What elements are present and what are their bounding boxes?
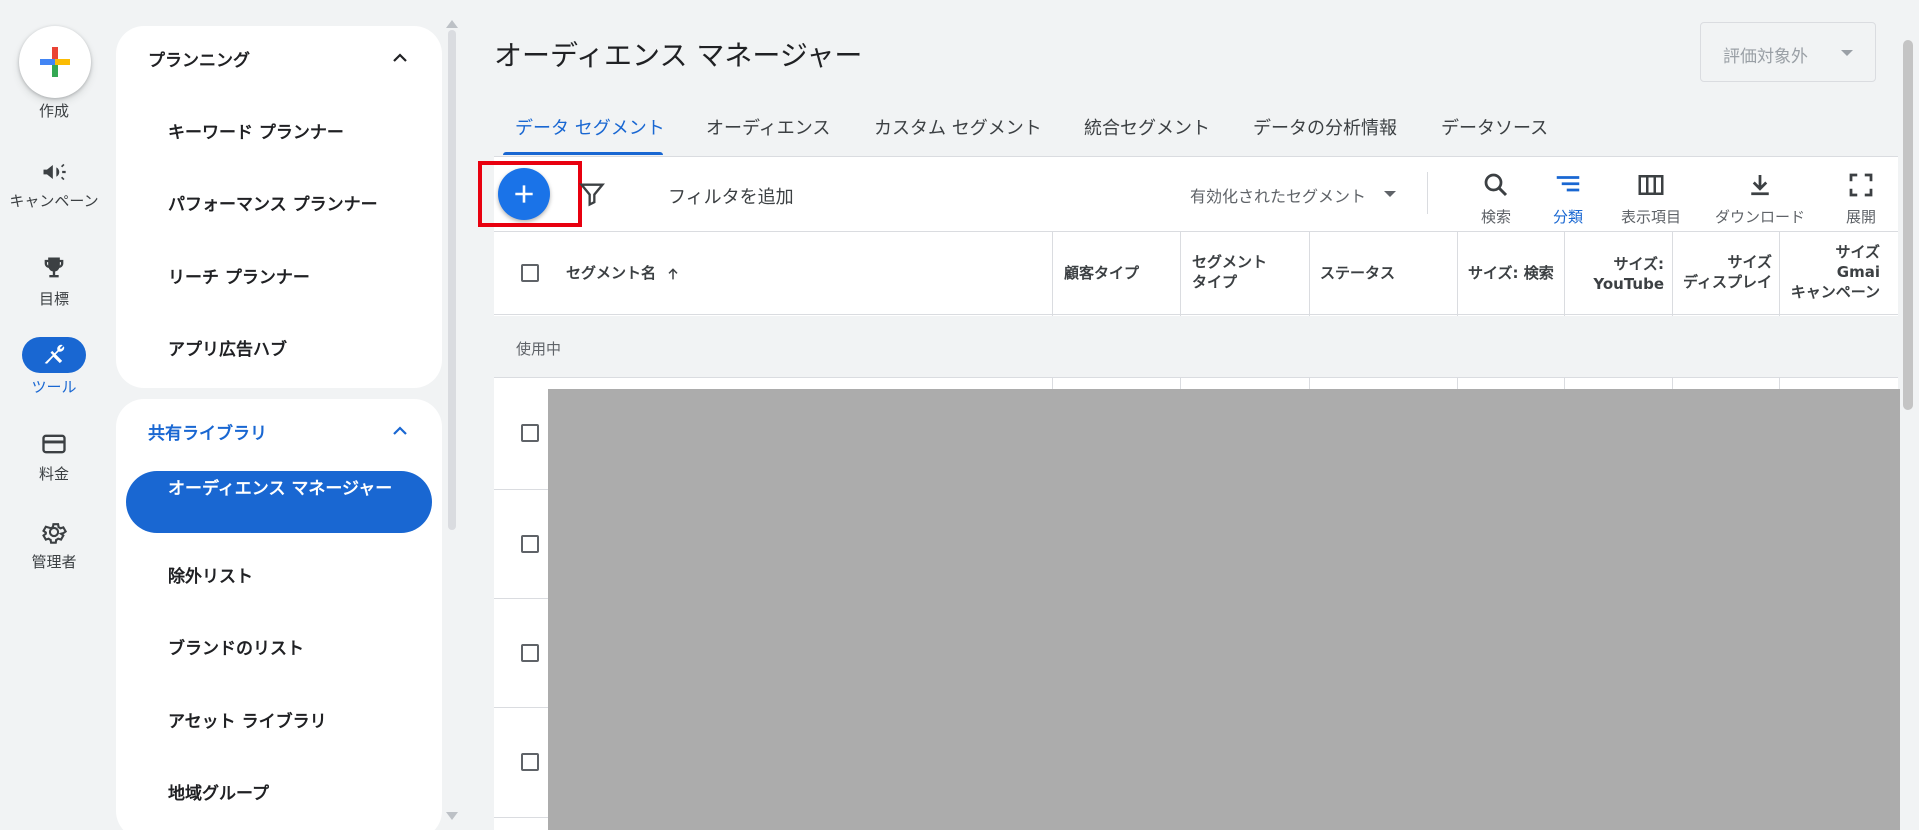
column-header-status[interactable]: ステータス [1320,263,1395,283]
group-label: 使用中 [516,340,562,358]
segment-status-select[interactable]: 有効化されたセグメント [1190,183,1366,207]
plus-multicolor-icon [40,47,70,77]
download-button[interactable]: ダウンロード [1710,170,1810,227]
highlight-box [478,161,582,227]
shared-library-section: 共有ライブラリ オーディエンス マネージャー 除外リスト ブランドのリスト アセ… [116,399,442,830]
column-header-segment-type[interactable]: セグメント タイプ [1192,252,1267,292]
column-header-size-youtube[interactable]: サイズ: YouTube [1574,254,1664,294]
column-header-segment-type-line2: タイプ [1192,273,1238,291]
row-checkbox[interactable] [521,644,539,662]
credit-card-icon[interactable] [38,428,70,460]
dropdown-arrow-icon [1841,50,1853,56]
tab-audiences[interactable]: オーディエンス [706,114,830,140]
create-label: 作成 [38,102,69,120]
column-header-size-display-line1: サイズ [1727,253,1772,271]
tab-data-insights[interactable]: データの分析情報 [1253,114,1397,140]
column-header-segment-name-label: セグメント名 [566,264,657,282]
eval-select[interactable]: 評価対象外 [1700,22,1876,82]
billing-label[interactable]: 料金 [0,465,108,483]
toolbar-divider [1427,172,1428,214]
redacted-area [548,389,1900,830]
fullscreen-icon [1849,173,1873,197]
tools-label[interactable]: ツール [0,378,108,396]
add-filter-button[interactable]: フィルタを追加 [668,183,794,209]
planning-header[interactable]: プランニング [148,46,250,71]
planning-section: プランニング キーワード プランナー パフォーマンス プランナー リーチ プラン… [116,26,442,388]
left-rail: 作成 キャンペーン 目標 ツール 料金 管理者 [0,0,108,830]
segment-button[interactable]: 分類 [1538,170,1598,227]
eval-select-value: 評価対象外 [1723,47,1808,67]
expand-button[interactable]: 展開 [1836,170,1886,227]
tools-button[interactable] [22,337,86,373]
segment-label: 分類 [1552,208,1583,226]
search-button[interactable]: 検索 [1466,170,1526,227]
segment-icon [1556,176,1580,192]
row-checkbox[interactable] [521,424,539,442]
goals-label[interactable]: 目標 [0,290,108,308]
trophy-icon[interactable] [38,252,70,284]
search-label: 検索 [1480,208,1511,226]
active-tab-indicator [503,152,663,155]
row-checkbox[interactable] [521,753,539,771]
download-icon [1751,175,1769,196]
tab-data-segments[interactable]: データ セグメント [515,114,665,140]
columns-button[interactable]: 表示項目 [1616,170,1686,227]
campaign-label[interactable]: キャンペーン [0,192,108,210]
column-header-segment-type-line1: セグメント [1192,253,1268,271]
column-header-size-display[interactable]: サイズ ディスプレイ [1676,252,1772,292]
column-header-size-youtube-line2: YouTube [1593,275,1664,293]
column-header-size-gmail-line1: サイズ [1835,243,1880,261]
arrow-up-icon [668,267,678,279]
column-header-size-search[interactable]: サイズ: 検索 [1468,263,1554,283]
column-header-size-display-line2: ディスプレイ [1683,273,1772,291]
gear-icon[interactable] [38,516,70,548]
column-header-size-gmail-line3: キャンペーン [1790,283,1880,301]
dropdown-arrow-icon [1384,191,1396,197]
panel-scrollbar[interactable] [448,30,456,530]
nav-item-location-groups[interactable]: 地域グループ [168,779,269,804]
panel-scroll-down-arrow[interactable] [446,812,458,820]
chevron-up-icon[interactable] [388,419,412,443]
select-all-checkbox[interactable] [521,264,539,282]
column-header-size-youtube-line1: サイズ: [1613,255,1664,273]
column-header-size-gmail[interactable]: サイズ Gmai キャンペーン [1782,242,1880,302]
expand-label: 展開 [1845,208,1876,226]
columns-icon [1638,175,1664,195]
nav-item-audience-manager-label: オーディエンス マネージャー [168,479,393,499]
nav-item-app-ads-hub[interactable]: アプリ広告ハブ [168,335,287,360]
panel-scroll-up-arrow[interactable] [446,20,458,28]
column-header-size-gmail-line2: Gmai [1836,263,1880,281]
nav-item-performance-planner[interactable]: パフォーマンス プランナー [168,190,378,215]
main-scrollbar[interactable] [1903,40,1913,410]
group-row-in-use: 使用中 [494,316,1898,378]
nav-item-brand-lists[interactable]: ブランドのリスト [168,634,304,659]
page-title: オーディエンス マネージャー [494,39,863,72]
tab-combined-segments[interactable]: 統合セグメント [1084,114,1210,140]
nav-item-audience-manager[interactable]: オーディエンス マネージャー [126,471,432,533]
shared-library-header[interactable]: 共有ライブラリ [148,419,267,444]
nav-item-exclusion-lists[interactable]: 除外リスト [168,562,253,587]
nav-item-keyword-planner[interactable]: キーワード プランナー [168,118,344,143]
megaphone-icon[interactable] [38,156,70,188]
chevron-up-icon[interactable] [388,46,412,70]
nav-item-reach-planner[interactable]: リーチ プランナー [168,263,310,288]
search-icon [1484,173,1508,197]
columns-label: 表示項目 [1620,208,1681,226]
row-checkbox[interactable] [521,535,539,553]
create-button[interactable] [19,26,91,98]
column-header-customer-type[interactable]: 顧客タイプ [1064,263,1139,283]
admin-label[interactable]: 管理者 [0,553,108,571]
filter-icon[interactable] [578,180,606,208]
tab-data-sources[interactable]: データソース [1441,114,1548,140]
nav-item-asset-library[interactable]: アセット ライブラリ [168,707,327,732]
download-label: ダウンロード [1714,208,1805,226]
tab-custom-segments[interactable]: カスタム セグメント [874,114,1042,140]
tools-icon [44,344,65,364]
column-header-segment-name[interactable]: セグメント名 [566,263,681,283]
